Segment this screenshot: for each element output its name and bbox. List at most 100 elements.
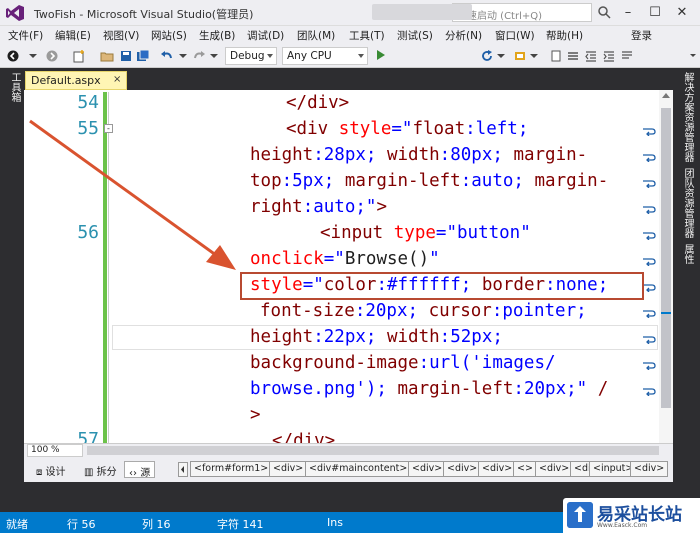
menu-analyze[interactable]: 分析(N) <box>445 28 482 43</box>
close-icon[interactable]: ✕ <box>670 4 694 22</box>
minimize-icon[interactable]: – <box>616 4 640 22</box>
menu-file[interactable]: 文件(F) <box>8 28 43 43</box>
open-folder-icon[interactable] <box>100 49 114 63</box>
solution-explorer-tab[interactable]: 解决方案资源管理器 <box>680 72 695 162</box>
search-icon[interactable] <box>597 5 611 19</box>
code-line: right:auto;"> <box>250 197 387 217</box>
refresh-icon[interactable] <box>480 49 494 63</box>
word-wrap-icon <box>643 258 656 266</box>
maximize-icon[interactable]: ☐ <box>643 4 667 22</box>
collapse-outline-icon[interactable]: - <box>104 124 113 133</box>
split-icon: ▥ <box>84 467 97 478</box>
scroll-up-icon[interactable] <box>662 93 670 98</box>
watermark-url: Www.Easck.Com <box>597 522 648 529</box>
login-link[interactable]: 登录 <box>631 28 652 43</box>
breadcrumb-div[interactable]: <div> <box>408 461 447 477</box>
breadcrumb-div[interactable]: <div> <box>535 461 574 477</box>
comment-icon[interactable] <box>620 49 634 63</box>
menu-edit[interactable]: 编辑(E) <box>55 28 91 43</box>
menu-test[interactable]: 测试(S) <box>397 28 433 43</box>
outdent-icon[interactable] <box>584 49 598 63</box>
platform-select[interactable]: Any CPU <box>282 47 368 65</box>
code-line: <div style="float:left; <box>286 119 529 139</box>
breadcrumb-div-maincontent[interactable]: <div#maincontent> <box>305 461 412 477</box>
line-number: 56 <box>77 222 99 243</box>
code-line: background-image:url('images/ <box>250 353 556 373</box>
breadcrumb-div[interactable]: <div> <box>269 461 308 477</box>
code-line: onclick="Browse()" <box>250 249 440 269</box>
configuration-select[interactable]: Debug <box>225 47 277 65</box>
code-line: browse.png'); margin-left:20px;" / <box>250 379 609 399</box>
word-wrap-icon <box>643 128 656 136</box>
browser-link-icon[interactable] <box>513 49 527 63</box>
quick-launch-input[interactable]: 快速启动 (Ctrl+Q) <box>452 3 592 22</box>
refresh-dropdown-icon[interactable] <box>494 49 508 63</box>
back-dropdown-icon[interactable] <box>26 49 40 63</box>
tab-default-aspx[interactable]: Default.aspx <box>25 71 127 90</box>
indent-icon[interactable] <box>602 49 616 63</box>
code-line: top:5px; margin-left:auto; margin- <box>250 171 609 191</box>
browser-link-dropdown-icon[interactable] <box>527 49 541 63</box>
zoom-select[interactable]: 100 % <box>27 444 83 457</box>
menu-build[interactable]: 生成(B) <box>199 28 235 43</box>
status-column: 列 16 <box>142 518 171 531</box>
save-icon[interactable] <box>119 49 133 63</box>
configuration-value: Debug <box>230 50 265 62</box>
menu-view[interactable]: 视图(V) <box>103 28 139 43</box>
team-explorer-tab[interactable]: 团队资源管理器 <box>680 168 695 238</box>
word-wrap-icon <box>643 180 656 188</box>
source-label: 源 <box>140 468 151 479</box>
toolbar-overflow-icon[interactable] <box>686 49 700 63</box>
save-all-icon[interactable] <box>136 49 150 63</box>
window-title: TwoFish - Microsoft Visual Studio(管理员) <box>34 8 254 21</box>
word-wrap-icon <box>643 154 656 162</box>
chevron-down-icon <box>358 54 364 58</box>
list-icon[interactable] <box>566 49 580 63</box>
back-icon[interactable] <box>6 49 20 63</box>
code-line: height:28px; width:80px; margin- <box>250 145 588 165</box>
breadcrumb-left-icon[interactable] <box>178 462 188 477</box>
close-tab-icon[interactable]: × <box>113 74 121 85</box>
undo-icon[interactable] <box>160 49 174 63</box>
start-debugging-button[interactable] <box>372 4 472 20</box>
change-tracking-bar <box>103 92 107 443</box>
split-label: 拆分 <box>96 467 117 478</box>
word-wrap-icon <box>643 362 656 370</box>
word-wrap-icon <box>643 206 656 214</box>
breadcrumb-div[interactable]: <div> <box>630 461 669 477</box>
breadcrumb-div[interactable]: <div> <box>478 461 517 477</box>
redo-dropdown-icon[interactable] <box>207 49 221 63</box>
status-insert-mode: Ins <box>327 516 343 529</box>
word-wrap-icon <box>643 310 656 318</box>
menu-team[interactable]: 团队(M) <box>297 28 335 43</box>
caret-position-marker <box>661 312 671 314</box>
tab-label: Default.aspx <box>31 74 101 87</box>
document-icon[interactable] <box>549 49 563 63</box>
source-view-button[interactable]: ‹› 源 <box>124 461 156 479</box>
split-view-button[interactable]: ▥ 拆分 <box>80 461 121 478</box>
site-logo-icon <box>567 502 593 528</box>
scrollbar-thumb[interactable] <box>661 108 671 408</box>
redo-icon[interactable] <box>192 49 206 63</box>
design-icon: ⧈ <box>36 467 46 478</box>
new-project-icon[interactable] <box>72 49 86 63</box>
menu-help[interactable]: 帮助(H) <box>546 28 583 43</box>
menu-tools[interactable]: 工具(T) <box>349 28 385 43</box>
menu-debug[interactable]: 调试(D) <box>247 28 284 43</box>
forward-icon[interactable] <box>45 49 59 63</box>
menu-website[interactable]: 网站(S) <box>151 28 187 43</box>
line-number: 55 <box>77 118 99 139</box>
menu-window[interactable]: 窗口(W) <box>495 28 535 43</box>
undo-dropdown-icon[interactable] <box>176 49 190 63</box>
status-ready: 就绪 <box>6 518 28 531</box>
breadcrumb-empty[interactable]: <> <box>513 461 537 477</box>
properties-tab[interactable]: 属性 <box>680 244 695 264</box>
breadcrumb-form[interactable]: <form#form1> <box>190 461 273 477</box>
design-label: 设计 <box>45 467 66 478</box>
line-number: 54 <box>77 92 99 113</box>
breadcrumb-div[interactable]: <div> <box>443 461 482 477</box>
toolbox-tab[interactable]: 工具箱 <box>7 72 22 102</box>
design-view-button[interactable]: ⧈ 设计 <box>32 461 70 478</box>
toolbox-strip <box>0 68 24 512</box>
horizontal-scrollbar[interactable] <box>87 446 659 455</box>
